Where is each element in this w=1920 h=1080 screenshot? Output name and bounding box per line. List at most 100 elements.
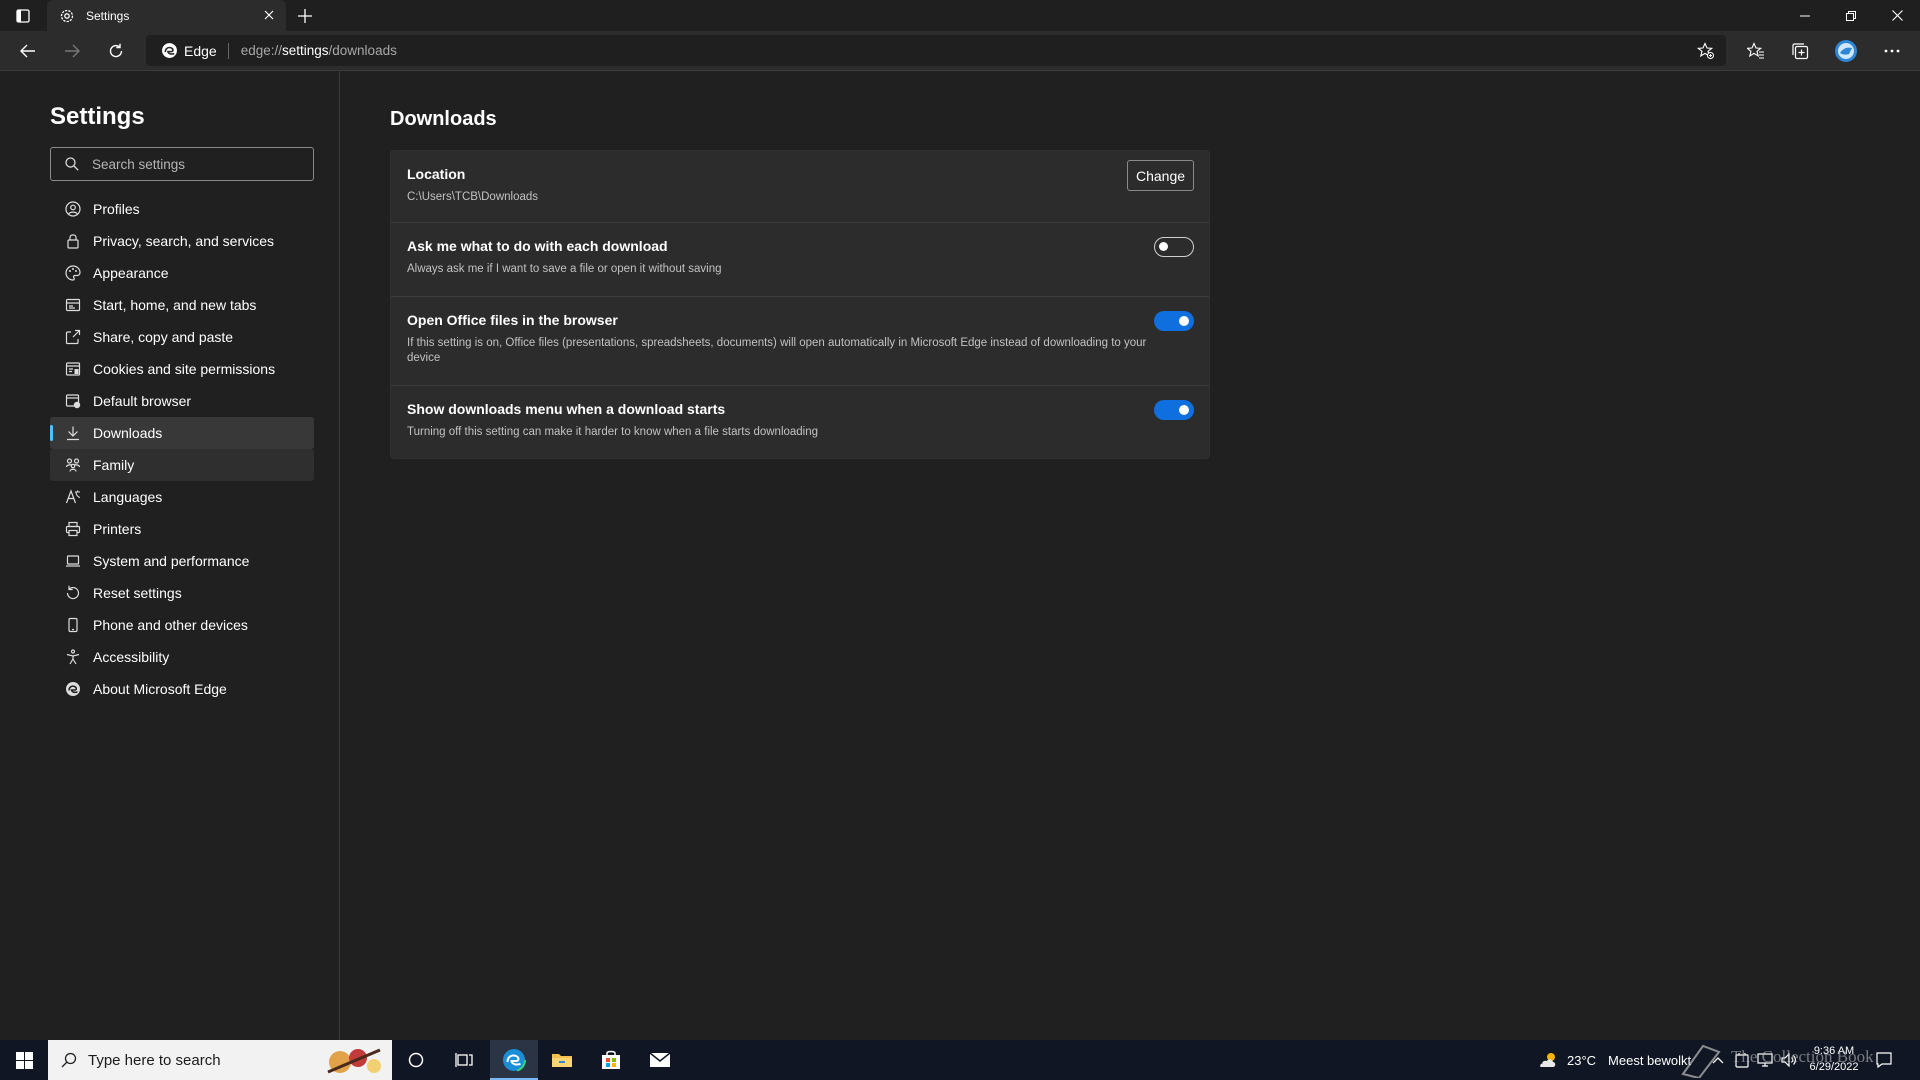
back-arrow-icon <box>20 44 35 58</box>
sidebar-item-default-browser[interactable]: Default browser <box>50 385 314 417</box>
change-location-button[interactable]: Change <box>1127 160 1194 191</box>
site-identity-label[interactable]: Edge <box>184 43 217 59</box>
page-title: Downloads <box>390 108 497 130</box>
cortana-button[interactable] <box>392 1040 440 1080</box>
sidebar-item-downloads[interactable]: Downloads <box>50 417 314 449</box>
minimize-button[interactable] <box>1782 0 1828 31</box>
minimize-icon <box>1800 15 1810 16</box>
tab-settings[interactable]: Settings <box>47 0 286 31</box>
office-files-row: Open Office files in the browser If this… <box>391 297 1209 386</box>
sidebar-item-phone[interactable]: Phone and other devices <box>50 609 314 641</box>
refresh-button[interactable] <box>101 36 131 66</box>
taskbar-file-explorer-button[interactable] <box>538 1040 586 1080</box>
address-bar[interactable]: Edge edge://settings/downloads <box>146 35 1726 66</box>
settings-search-box[interactable] <box>50 147 314 181</box>
sidebar-item-appearance[interactable]: Appearance <box>50 257 314 289</box>
sidebar-item-label: Downloads <box>93 425 163 441</box>
sidebar-item-family[interactable]: Family <box>50 449 314 481</box>
sidebar-item-label: Share, copy and paste <box>93 329 234 345</box>
collections-button[interactable] <box>1785 36 1815 66</box>
windows-taskbar: Type here to search 23°C Meest bewolkt 9… <box>0 1040 1920 1080</box>
settings-sidebar: Settings Profiles Privacy, search, and s… <box>0 71 340 1040</box>
gear-icon <box>58 7 76 25</box>
tab-bar: Settings <box>0 0 1920 31</box>
refresh-icon <box>109 43 123 58</box>
sidebar-item-accessibility[interactable]: Accessibility <box>50 641 314 673</box>
sidebar-item-cookies[interactable]: Cookies and site permissions <box>50 353 314 385</box>
ask-download-toggle[interactable] <box>1154 237 1194 257</box>
appearance-icon <box>64 264 82 282</box>
sidebar-item-label: Phone and other devices <box>93 617 248 633</box>
setting-description: If this setting is on, Office files (pre… <box>407 337 1147 364</box>
settings-nav: Profiles Privacy, search, and services A… <box>50 193 314 705</box>
tab-title: Settings <box>86 8 130 23</box>
add-favorite-icon[interactable] <box>1696 41 1716 61</box>
taskbar-edge-button[interactable] <box>490 1040 538 1080</box>
sidebar-item-label: Reset settings <box>93 585 182 601</box>
sidebar-item-profiles[interactable]: Profiles <box>50 193 314 225</box>
sidebar-item-about[interactable]: About Microsoft Edge <box>50 673 314 705</box>
location-title: Location <box>407 166 466 182</box>
sidebar-item-label: Accessibility <box>93 649 170 665</box>
taskbar-mail-button[interactable] <box>636 1040 684 1080</box>
lock-icon <box>64 232 82 250</box>
sidebar-item-printers[interactable]: Printers <box>50 513 314 545</box>
task-view-icon <box>455 1053 473 1067</box>
tab-actions-button[interactable] <box>12 6 34 26</box>
weather-temperature: 23°C <box>1567 1052 1597 1068</box>
tab-close-icon[interactable] <box>260 6 278 24</box>
sidebar-item-share[interactable]: Share, copy and paste <box>50 321 314 353</box>
edge-icon <box>502 1048 526 1072</box>
restore-icon <box>1846 10 1856 21</box>
favorites-star-icon <box>1747 42 1764 59</box>
accessibility-icon <box>64 648 82 666</box>
office-files-toggle[interactable] <box>1154 311 1194 331</box>
phone-icon <box>64 616 82 634</box>
sidebar-item-start-home[interactable]: Start, home, and new tabs <box>50 289 314 321</box>
url-text[interactable]: edge://settings/downloads <box>241 43 397 58</box>
favorites-button[interactable] <box>1741 36 1771 66</box>
restore-button[interactable] <box>1828 0 1874 31</box>
sidebar-item-languages[interactable]: Languages <box>50 481 314 513</box>
downloads-menu-toggle[interactable] <box>1154 400 1194 420</box>
weather-widget[interactable]: 23°C Meest bewolkt <box>1537 1040 1691 1080</box>
taskbar-search-box[interactable]: Type here to search <box>48 1040 392 1080</box>
browser-toolbar: Edge edge://settings/downloads <box>0 31 1920 71</box>
sidebar-title: Settings <box>50 103 145 130</box>
close-window-button[interactable] <box>1874 0 1920 31</box>
avatar <box>1835 40 1857 62</box>
sidebar-item-label: Start, home, and new tabs <box>93 297 257 313</box>
share-icon <box>64 328 82 346</box>
setting-title: Open Office files in the browser <box>407 312 618 328</box>
profile-button[interactable] <box>1831 36 1861 66</box>
printer-icon <box>64 520 82 538</box>
location-row: Location C:\Users\TCB\Downloads Change <box>391 151 1209 223</box>
sidebar-item-label: Privacy, search, and services <box>93 233 275 249</box>
back-button[interactable] <box>13 36 43 66</box>
sidebar-item-label: Appearance <box>93 265 169 281</box>
settings-more-button[interactable] <box>1877 36 1907 66</box>
tab-actions-icon <box>16 9 30 23</box>
sidebar-item-reset[interactable]: Reset settings <box>50 577 314 609</box>
languages-icon <box>64 488 82 506</box>
sidebar-item-label: About Microsoft Edge <box>93 681 227 697</box>
forward-button[interactable] <box>57 36 87 66</box>
sidebar-item-privacy[interactable]: Privacy, search, and services <box>50 225 314 257</box>
close-icon <box>1891 10 1903 21</box>
new-tab-button[interactable] <box>294 5 316 27</box>
ask-download-row: Ask me what to do with each download Alw… <box>391 223 1209 297</box>
taskbar-store-button[interactable] <box>587 1040 635 1080</box>
start-button[interactable] <box>0 1040 48 1080</box>
setting-title: Show downloads menu when a download star… <box>407 401 726 417</box>
default-browser-icon <box>64 392 82 410</box>
collections-icon <box>1792 43 1809 60</box>
edge-logo-icon <box>160 42 178 60</box>
search-input[interactable] <box>92 156 302 172</box>
forward-arrow-icon <box>65 44 80 58</box>
task-view-button[interactable] <box>440 1040 488 1080</box>
sidebar-item-label: System and performance <box>93 553 250 569</box>
sidebar-item-system[interactable]: System and performance <box>50 545 314 577</box>
sidebar-item-label: Languages <box>93 489 163 505</box>
start-icon <box>64 296 82 314</box>
download-icon <box>64 424 82 442</box>
